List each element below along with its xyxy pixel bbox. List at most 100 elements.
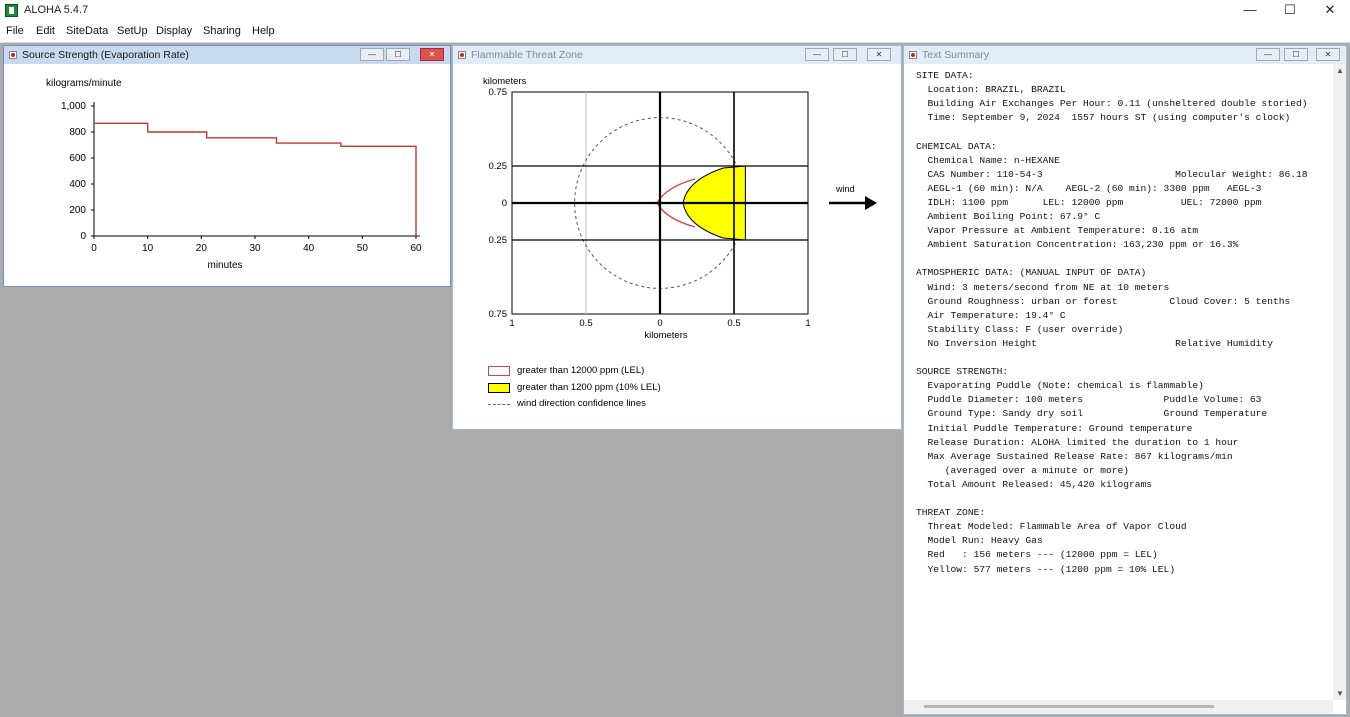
x-tick-label: 0.5 bbox=[579, 318, 592, 329]
x-axis-title: minutes bbox=[207, 260, 242, 271]
summary-line: Initial Puddle Temperature: Ground tempe… bbox=[916, 422, 1193, 434]
text-summary-window[interactable]: Text Summary — ☐ ✕ SITE DATA: Location: … bbox=[903, 45, 1347, 715]
summary-line: Red : 156 meters --- (12000 ppm = LEL) bbox=[916, 549, 1158, 561]
vertical-scrollbar[interactable]: ▲ ▼ bbox=[1333, 64, 1346, 700]
menu-setup[interactable]: SetUp bbox=[117, 25, 148, 37]
release-rate-line bbox=[94, 122, 417, 236]
menu-display[interactable]: Display bbox=[156, 25, 192, 37]
summary-line: Ground Type: Sandy dry soil Ground Tempe… bbox=[916, 408, 1268, 420]
summary-line: AEGL-1 (60 min): N/A AEGL-2 (60 min): 33… bbox=[916, 182, 1262, 194]
y-tick-label: 0 bbox=[80, 231, 86, 242]
source-strength-title: Source Strength (Evaporation Rate) bbox=[22, 49, 189, 61]
scroll-down-icon[interactable]: ▼ bbox=[1336, 689, 1344, 698]
summary-line: Stability Class: F (user override) bbox=[916, 323, 1124, 335]
summary-line: Vapor Pressure at Ambient Temperature: 0… bbox=[916, 225, 1199, 237]
text-minimize-button[interactable]: — bbox=[1256, 48, 1280, 61]
x-tick-label: 0 bbox=[657, 318, 662, 329]
horizontal-scrollbar[interactable] bbox=[904, 700, 1333, 714]
source-strength-title-bar[interactable]: Source Strength (Evaporation Rate) — ☐ ✕ bbox=[4, 46, 450, 64]
text-summary-title-bar[interactable]: Text Summary — ☐ ✕ bbox=[904, 46, 1346, 64]
menu-edit[interactable]: Edit bbox=[36, 25, 55, 37]
source-maximize-button[interactable]: ☐ bbox=[386, 48, 410, 61]
menu-sitedata[interactable]: SiteData bbox=[66, 25, 108, 37]
threat-zone-window[interactable]: Flammable Threat Zone — ☐ ✕ kilometers 0.… bbox=[452, 45, 902, 430]
legend-red-label: greater than 12000 ppm (LEL) bbox=[517, 365, 645, 376]
threat-maximize-button[interactable]: ☐ bbox=[833, 48, 857, 61]
y-tick-label: 0.75 bbox=[489, 309, 508, 320]
summary-line: IDLH: 1100 ppm LEL: 12000 ppm UEL: 72000… bbox=[916, 196, 1262, 208]
window-icon bbox=[909, 51, 917, 59]
window-close-button[interactable]: ✕ bbox=[1310, 0, 1350, 22]
x-tick-label: 40 bbox=[303, 243, 315, 254]
app-logo-icon bbox=[5, 4, 18, 17]
summary-line: Air Temperature: 19.4° C bbox=[916, 309, 1066, 321]
summary-line: CAS Number: 110-54-3 Molecular Weight: 8… bbox=[916, 168, 1308, 180]
menu-sharing[interactable]: Sharing bbox=[203, 25, 241, 37]
y-tick-label: 200 bbox=[69, 205, 86, 216]
text-close-button[interactable]: ✕ bbox=[1316, 48, 1340, 61]
summary-line: Evaporating Puddle (Note: chemical is fl… bbox=[916, 380, 1204, 392]
legend-dash-swatch bbox=[488, 404, 510, 405]
summary-line: SOURCE STRENGTH: bbox=[916, 366, 1009, 378]
legend-red-swatch bbox=[488, 366, 510, 376]
x-tick-label: 50 bbox=[357, 243, 369, 254]
x-tick-label: 0 bbox=[91, 243, 97, 254]
scroll-up-icon[interactable]: ▲ bbox=[1336, 66, 1344, 75]
menu-help[interactable]: Help bbox=[252, 25, 275, 37]
y-tick-label: 0 bbox=[502, 198, 507, 209]
summary-line: Chemical Name: n-HEXANE bbox=[916, 154, 1060, 166]
x-tick-label: 10 bbox=[142, 243, 154, 254]
summary-line: Model Run: Heavy Gas bbox=[916, 535, 1043, 547]
legend-yellow-label: greater than 1200 ppm (10% LEL) bbox=[517, 382, 661, 393]
y-tick-label: 1,000 bbox=[61, 101, 86, 112]
y-tick-label: 0.25 bbox=[489, 235, 508, 246]
summary-line: Yellow: 577 meters --- (1200 ppm = 10% L… bbox=[916, 563, 1176, 575]
summary-line: Puddle Diameter: 100 meters Puddle Volum… bbox=[916, 394, 1262, 406]
y-tick-label: 0.75 bbox=[489, 87, 508, 98]
y-tick-label: 400 bbox=[69, 179, 86, 190]
summary-line: Wind: 3 meters/second from NE at 10 mete… bbox=[916, 281, 1170, 293]
summary-line: SITE DATA: bbox=[916, 70, 974, 81]
summary-line: Release Duration: ALOHA limited the dura… bbox=[916, 436, 1239, 448]
text-maximize-button[interactable]: ☐ bbox=[1284, 48, 1308, 61]
summary-line: Threat Modeled: Flammable Area of Vapor … bbox=[916, 521, 1187, 533]
horizontal-scroll-thumb[interactable] bbox=[924, 705, 1214, 708]
x-tick-label: 30 bbox=[249, 243, 261, 254]
legend-dash-label: wind direction confidence lines bbox=[517, 398, 646, 409]
x-tick-label: 1 bbox=[509, 318, 514, 329]
threat-close-button[interactable]: ✕ bbox=[867, 48, 891, 61]
summary-line: (averaged over a minute or more) bbox=[916, 464, 1130, 476]
window-maximize-button[interactable]: ☐ bbox=[1270, 0, 1310, 22]
x-tick-label: 1 bbox=[805, 318, 810, 329]
source-strength-window[interactable]: Source Strength (Evaporation Rate) — ☐ ✕… bbox=[3, 45, 451, 287]
legend-yellow-swatch bbox=[488, 383, 510, 393]
source-minimize-button[interactable]: — bbox=[360, 48, 384, 61]
menu-bar: File Edit SiteData SetUp Display Sharing… bbox=[0, 22, 1350, 43]
source-strength-chart: kilograms/minute 1,000 800 600 400 200 00 10 20 3… bbox=[46, 78, 422, 271]
menu-file[interactable]: File bbox=[6, 25, 24, 37]
summary-line: THREAT ZONE: bbox=[916, 507, 986, 519]
x-tick-label: 20 bbox=[196, 243, 208, 254]
threat-zone-title: Flammable Threat Zone bbox=[471, 49, 583, 61]
threat-zone-title-bar[interactable]: Flammable Threat Zone — ☐ ✕ bbox=[453, 46, 901, 64]
summary-line: CHEMICAL DATA: bbox=[916, 140, 997, 152]
source-close-button[interactable]: ✕ bbox=[420, 48, 444, 61]
window-minimize-button[interactable]: — bbox=[1230, 0, 1270, 22]
window-icon bbox=[458, 51, 466, 59]
summary-line: Ambient Saturation Concentration: 163,23… bbox=[916, 239, 1239, 251]
y-axis-title: kilograms/minute bbox=[46, 78, 122, 89]
x-tick-label: 0.5 bbox=[727, 318, 740, 329]
summary-line: Time: September 9, 2024 1557 hours ST (u… bbox=[916, 112, 1291, 124]
summary-line: No Inversion Height Relative Humidity bbox=[916, 337, 1273, 349]
threat-minimize-button[interactable]: — bbox=[805, 48, 829, 61]
summary-line: Building Air Exchanges Per Hour: 0.11 (u… bbox=[916, 98, 1308, 110]
y-tick-label: 600 bbox=[69, 153, 86, 164]
app-title-bar: ALOHA 5.4.7 — ☐ ✕ bbox=[0, 0, 1350, 22]
summary-line: Max Average Sustained Release Rate: 867 … bbox=[916, 450, 1233, 462]
threat-zone-chart: kilometers0.750.2500.250.751 0.5 0 0.5 1kilo… bbox=[483, 76, 811, 341]
y-tick-label: 0.25 bbox=[489, 161, 508, 172]
window-icon bbox=[9, 51, 17, 59]
summary-line: Ground Roughness: urban or forest Cloud … bbox=[916, 295, 1291, 307]
summary-line: Ambient Boiling Point: 67.9° C bbox=[916, 211, 1101, 222]
y-axis-title: kilometers bbox=[483, 76, 527, 87]
